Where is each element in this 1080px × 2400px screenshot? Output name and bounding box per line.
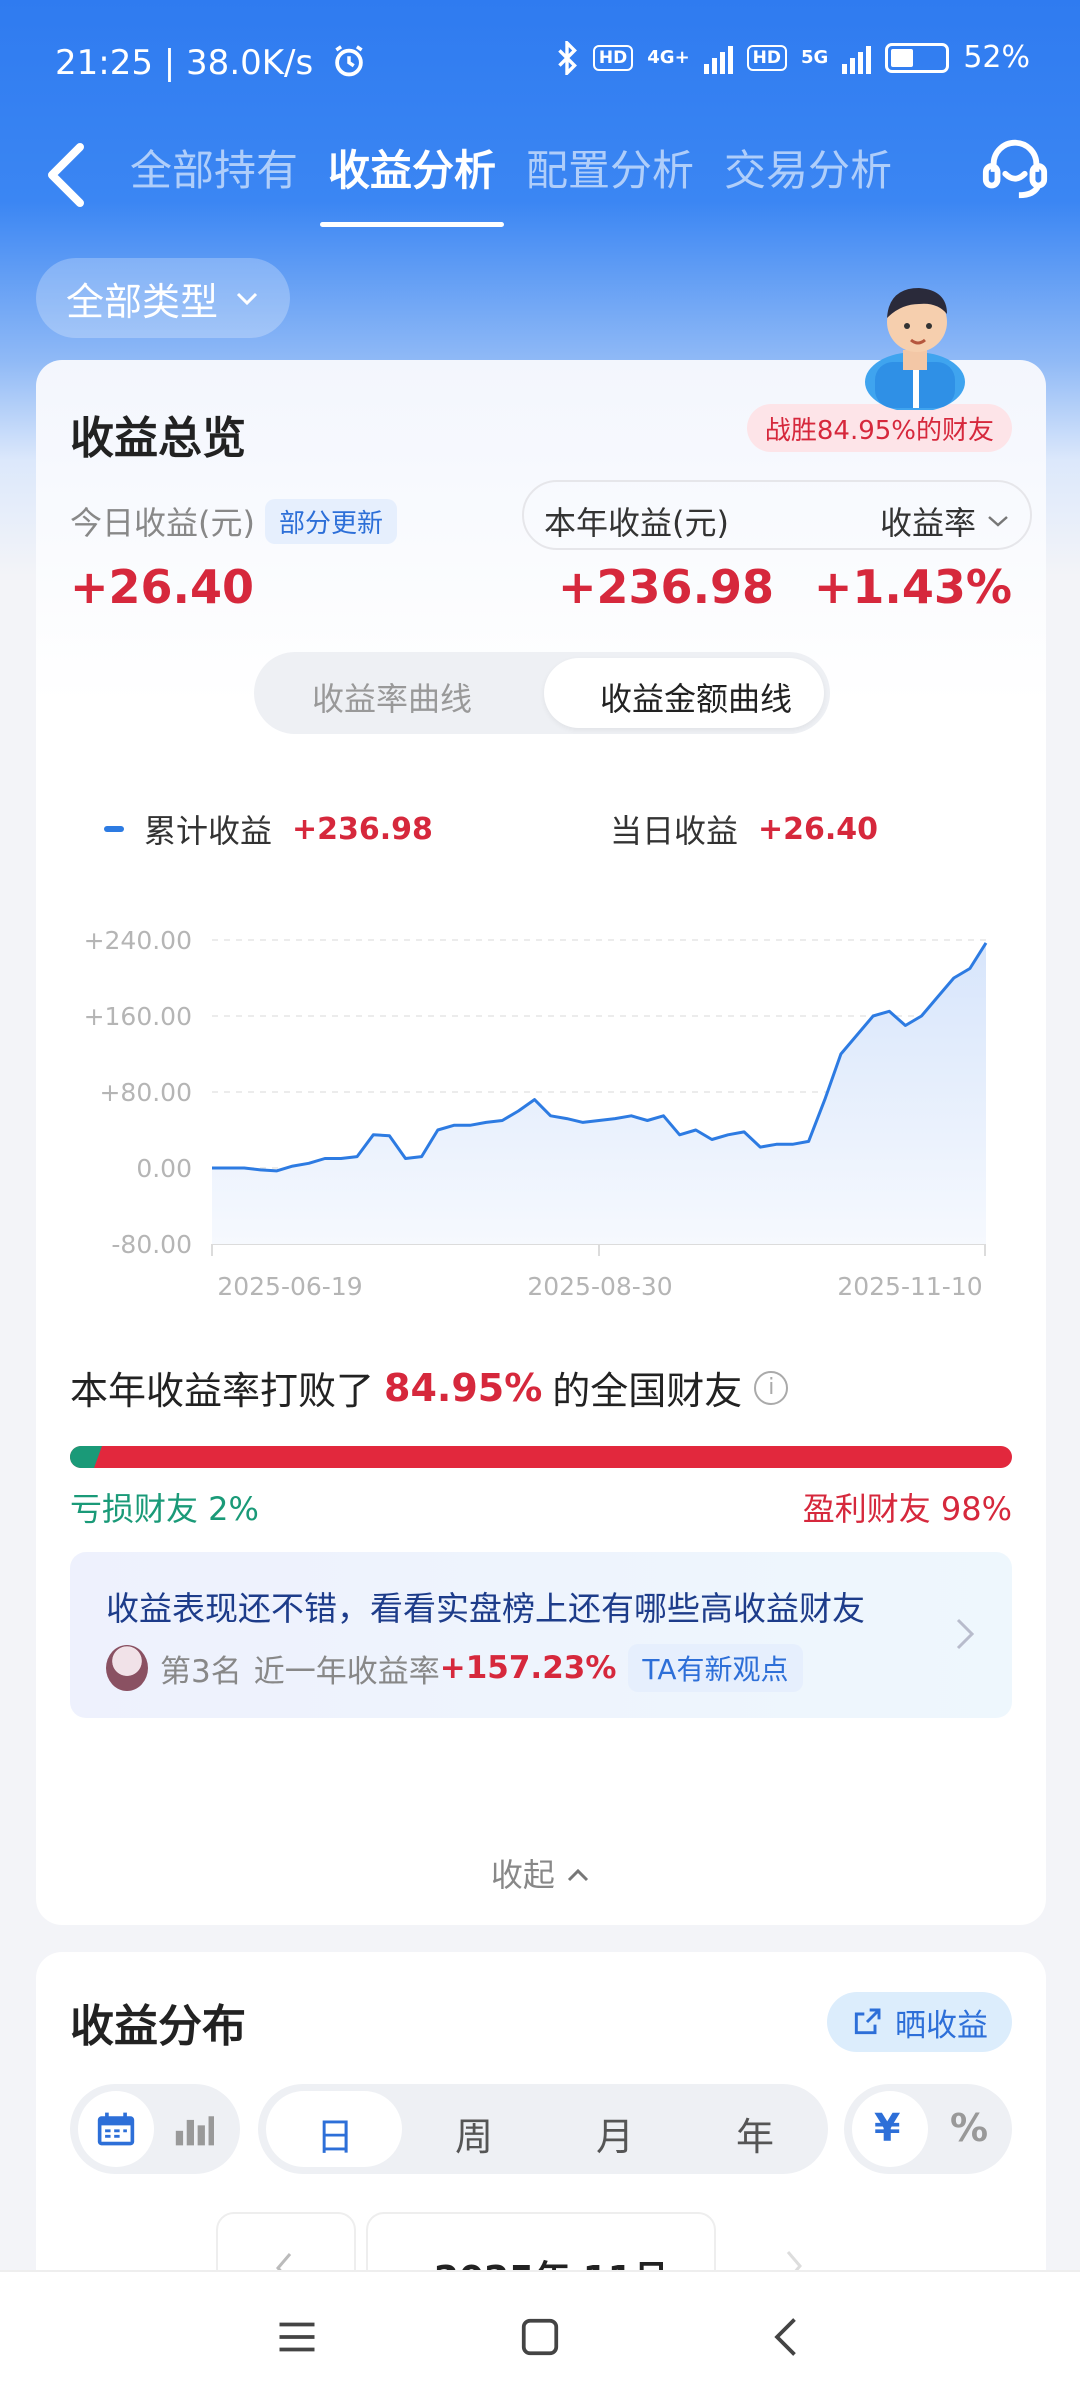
tab-allocation-analysis[interactable]: 配置分析 (526, 137, 694, 227)
profit-curve-chart[interactable]: +240.00 +160.00 +80.00 0.00 -80.00 2025-06-19… (36, 850, 1046, 1320)
tab-profit-analysis[interactable]: 收益分析 (320, 137, 505, 227)
rate-curve-option[interactable]: 收益率曲线 (312, 674, 472, 720)
status-icons: HD 4G+ HD 5G 52% (555, 40, 1030, 75)
legend-cumulative-value: +236.98 (292, 811, 433, 847)
legend-cumulative: 累计收益 +236.98 (104, 806, 433, 852)
collapse-label: 收起 (490, 1856, 555, 1894)
legend-cumulative-label: 累计收益 (144, 812, 273, 850)
x-tick-label: 2025-06-19 (217, 1272, 362, 1301)
period-toggle: 日 周 月 年 (258, 2084, 828, 2174)
mascot-illustration (865, 288, 965, 410)
top-nav: 全部持有 收益分析 配置分析 交易分析 (0, 125, 1080, 235)
overview-title: 收益总览 (70, 413, 246, 464)
year-profit-label: 本年收益(元) (544, 504, 729, 542)
curve-type-toggle: 收益率曲线 收益金额曲线 (254, 652, 830, 734)
profit-overview-card: 收益总览 战胜84.95%的财友 今日收益(元) 部分更新 本年收益(元) 收益… (36, 360, 1046, 1925)
year-profit-selector[interactable]: 本年收益(元) 收益率 (522, 480, 1032, 550)
type-filter-dropdown[interactable]: 全部类型 (36, 258, 291, 338)
x-tick-label: 2025-08-30 (527, 1272, 672, 1301)
rate-dropdown-label: 收益率 (879, 504, 976, 542)
period-week[interactable]: 周 (455, 2106, 493, 2161)
tab-holdings[interactable]: 全部持有 (130, 137, 298, 227)
status-time: 21:25 | 38.0K/s (55, 42, 368, 83)
y-tick-label: 0.00 (136, 1154, 192, 1183)
promo-rate: +157.23% (439, 1650, 617, 1686)
signal-icon-2 (842, 42, 872, 74)
share-label: 晒收益 (895, 2007, 988, 2044)
system-nav-bar (0, 2270, 1080, 2400)
signal-icon (703, 42, 733, 74)
info-icon[interactable]: i (754, 1370, 789, 1405)
type-filter-label: 全部类型 (66, 279, 219, 324)
legend-line-marker (104, 826, 124, 832)
alarm-icon (335, 45, 363, 77)
promo-detail: 第3名 近一年收益率 +157.23% TA有新观点 (106, 1644, 803, 1692)
x-tick-label: 2025-11-10 (837, 1272, 982, 1301)
legend-daily: 当日收益 +26.40 (610, 806, 878, 852)
y-tick-label: -80.00 (111, 1230, 192, 1259)
chevron-right-icon (956, 1618, 975, 1650)
hd-badge: HD (592, 44, 634, 71)
bluetooth-icon (558, 40, 577, 75)
rate-dropdown[interactable]: 收益率 (880, 498, 1010, 544)
ranking-percent: 84.95% (384, 1365, 543, 1410)
y-tick-label: +240.00 (84, 926, 192, 955)
share-icon (854, 2008, 881, 2035)
amount-curve-option[interactable]: 收益金额曲线 (600, 674, 792, 720)
period-day[interactable]: 日 (316, 2106, 354, 2161)
share-profit-button[interactable]: 晒收益 (827, 1992, 1012, 2052)
profit-friends-label: 盈利财友 98% (802, 1490, 1012, 1528)
chevron-down-icon (236, 292, 258, 306)
period-month[interactable]: 月 (596, 2106, 634, 2161)
promo-rank: 第3名 (160, 1653, 242, 1690)
loss-friends-label: 亏损财友 2% (70, 1490, 259, 1528)
y-tick-label: +160.00 (84, 1002, 192, 1031)
collapse-button[interactable]: 收起 (36, 1850, 1046, 1896)
avatar (106, 1645, 148, 1691)
home-icon[interactable] (515, 2312, 565, 2362)
hd-badge-2: HD (746, 44, 787, 71)
beat-badge: 战胜84.95%的财友 (746, 404, 1012, 452)
ranking-suffix: 的全国财友 (552, 1369, 743, 1413)
year-profit-value: +236.98 (558, 560, 775, 614)
year-rate-value: +1.43% (813, 560, 1012, 614)
back-icon[interactable] (762, 2312, 812, 2362)
network-5g-label: 5G (801, 47, 829, 68)
legend-daily-value: +26.40 (758, 811, 879, 847)
calendar-icon[interactable] (94, 2109, 138, 2149)
tab-bar: 全部持有 收益分析 配置分析 交易分析 (130, 137, 892, 227)
period-year[interactable]: 年 (736, 2106, 774, 2161)
distribution-title: 收益分布 (70, 2001, 246, 2052)
ranking-sentence: 本年收益率打败了 84.95% 的全国财友 i (70, 1360, 789, 1415)
ranking-prefix: 本年收益率打败了 (70, 1369, 375, 1413)
partial-update-tag: 部分更新 (264, 498, 397, 544)
today-profit-label: 今日收益(元) 部分更新 (70, 498, 397, 544)
back-arrow-icon[interactable] (36, 135, 96, 215)
battery-icon (885, 42, 950, 73)
legend-daily-label: 当日收益 (610, 812, 739, 850)
today-profit-value: +26.40 (70, 560, 255, 614)
customer-service-icon[interactable] (980, 133, 1050, 203)
tab-trade-analysis[interactable]: 交易分析 (724, 137, 892, 227)
promo-tag: TA有新观点 (628, 1644, 803, 1692)
leaderboard-promo-banner[interactable]: 收益表现还不错，看看实盘榜上还有哪些高收益财友 第3名 近一年收益率 +157.… (70, 1552, 1012, 1718)
chevron-up-icon (568, 1868, 589, 1882)
battery-percent: 52% (963, 40, 1030, 75)
unit-percent[interactable]: % (950, 2106, 988, 2150)
bar-chart-icon[interactable] (172, 2109, 216, 2149)
today-profit-label-text: 今日收益(元) (70, 504, 255, 542)
promo-period: 近一年收益率 (253, 1653, 440, 1690)
chevron-down-icon (988, 516, 1008, 527)
status-bar: 21:25 | 38.0K/s HD 4G+ HD 5G 52% (0, 0, 1080, 125)
profit-loss-ratio-bar (70, 1446, 1012, 1468)
series-area-fill (212, 942, 986, 1244)
unit-currency[interactable]: ¥ (874, 2106, 900, 2150)
menu-icon[interactable] (272, 2312, 322, 2362)
promo-text: 收益表现还不错，看看实盘榜上还有哪些高收益财友 (106, 1589, 865, 1628)
network-4g-label: 4G+ (647, 47, 690, 68)
view-mode-toggle (70, 2084, 240, 2174)
unit-toggle: ¥ % (844, 2084, 1012, 2174)
y-tick-label: +80.00 (99, 1078, 192, 1107)
loss-ratio-fill (70, 1446, 102, 1468)
